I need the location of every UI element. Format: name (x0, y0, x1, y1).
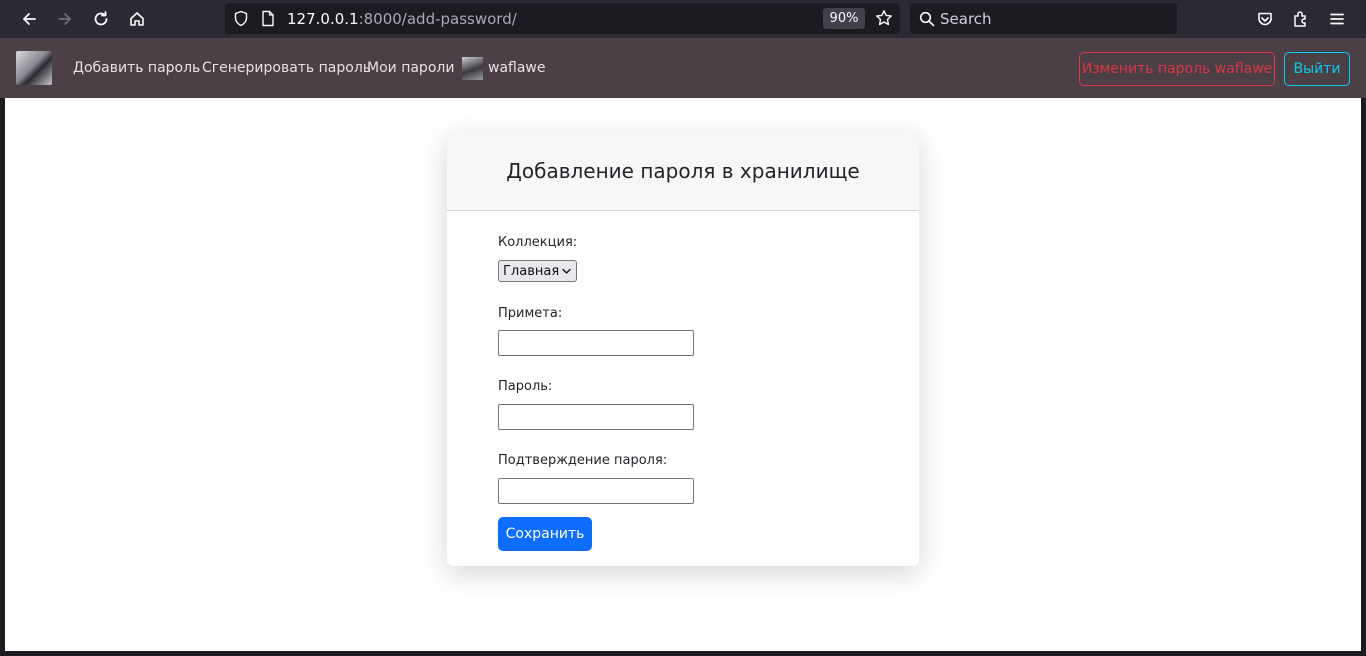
password-input[interactable] (498, 404, 694, 430)
logout-button[interactable]: Выйти (1284, 52, 1350, 86)
card-header: Добавление пароля в хранилище (447, 131, 919, 211)
nav-link-my-passwords[interactable]: Мои пароли (367, 60, 454, 76)
note-input[interactable] (498, 330, 694, 356)
search-icon (919, 11, 935, 27)
pocket-icon[interactable] (1250, 4, 1280, 34)
search-input[interactable]: Search (940, 10, 992, 28)
forward-arrow-icon[interactable] (50, 4, 80, 34)
brand-logo[interactable] (16, 51, 52, 85)
back-arrow-icon[interactable] (14, 4, 44, 34)
page-title: Добавление пароля в хранилище (506, 158, 860, 183)
url-bar[interactable]: 127.0.0.1:8000/add-password/ 90% (225, 3, 900, 34)
search-bar[interactable]: Search (910, 3, 1177, 34)
user-avatar[interactable] (462, 57, 483, 80)
add-password-card: Добавление пароля в хранилище Коллекция:… (447, 131, 919, 566)
zoom-level-badge[interactable]: 90% (823, 8, 865, 29)
reload-icon[interactable] (86, 4, 116, 34)
home-icon[interactable] (122, 4, 152, 34)
menu-icon[interactable] (1322, 4, 1352, 34)
change-password-button[interactable]: Изменить пароль waflawe (1079, 52, 1275, 86)
url-text[interactable]: 127.0.0.1:8000/add-password/ (287, 10, 517, 28)
shield-icon[interactable] (233, 10, 249, 27)
browser-toolbar: 127.0.0.1:8000/add-password/ 90% Search (0, 0, 1366, 38)
note-label: Примета: (498, 306, 563, 321)
nav-link-username[interactable]: waflawe (488, 60, 546, 76)
chevron-down-icon (562, 268, 571, 274)
nav-link-generate-password[interactable]: Сгенерировать пароль (202, 60, 371, 76)
extensions-icon[interactable] (1286, 4, 1316, 34)
confirm-password-label: Подтверждение пароля: (498, 453, 668, 468)
page-info-icon[interactable] (261, 10, 275, 27)
app-navbar: Добавить пароль Сгенерировать пароль Мои… (0, 38, 1366, 98)
nav-link-add-password[interactable]: Добавить пароль (73, 60, 200, 76)
page-content: Добавление пароля в хранилище Коллекция:… (5, 98, 1361, 651)
bookmark-star-icon[interactable] (875, 9, 893, 27)
collection-selected-value: Главная (503, 263, 560, 279)
collection-select[interactable]: Главная (498, 260, 577, 282)
save-button[interactable]: Сохранить (498, 517, 592, 551)
password-label: Пароль: (498, 379, 553, 394)
collection-label: Коллекция: (498, 235, 578, 250)
confirm-password-input[interactable] (498, 478, 694, 504)
